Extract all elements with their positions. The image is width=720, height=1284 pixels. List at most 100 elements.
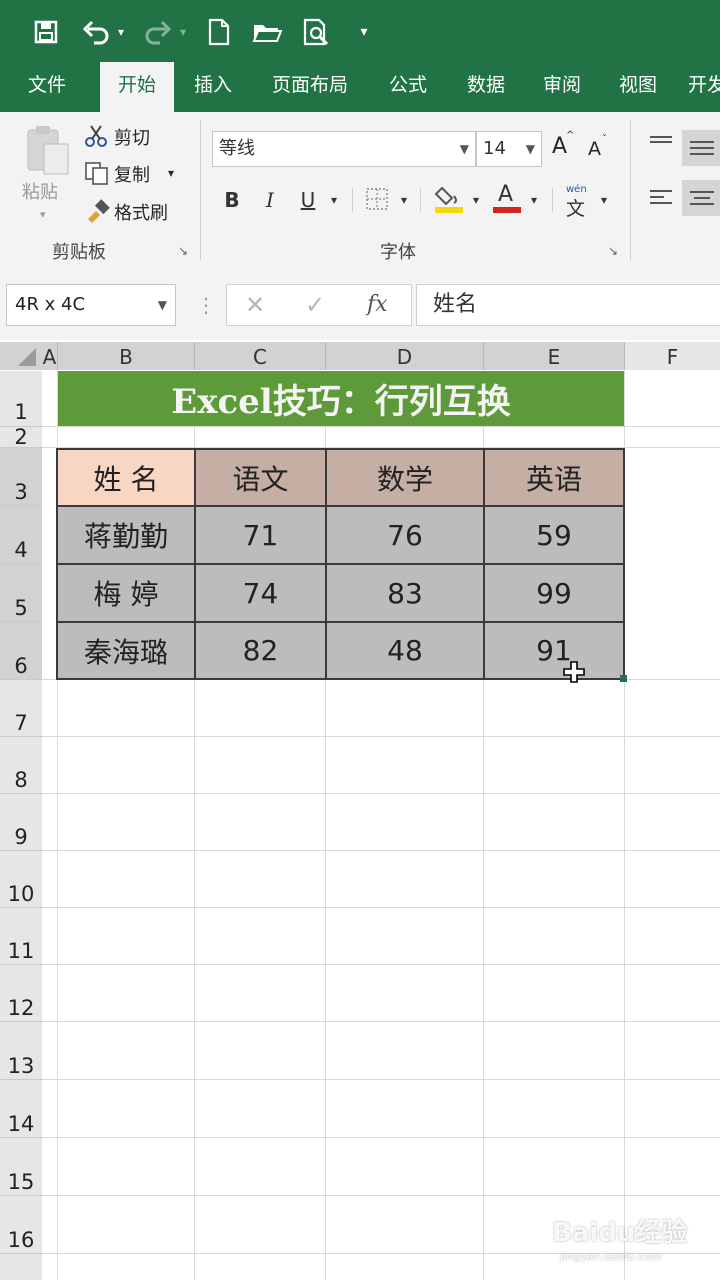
fill-color-dropdown-icon[interactable]: ▾	[468, 180, 484, 220]
align-top-icon[interactable]	[648, 134, 674, 154]
undo-dropdown-icon[interactable]: ▾	[114, 14, 128, 50]
tab-insert[interactable]: 插入	[184, 62, 242, 112]
table-cell[interactable]: 82	[196, 623, 327, 678]
row-header-11[interactable]: 11	[0, 908, 42, 965]
grow-font-button[interactable]: A	[552, 134, 567, 159]
enter-icon[interactable]: ✓	[305, 285, 325, 325]
formula-bar-grip-icon[interactable]: ⋮	[196, 290, 216, 320]
name-box[interactable]: 4R x 4C ▼	[6, 284, 176, 326]
clipboard-launcher-icon[interactable]: ↘	[178, 244, 188, 258]
bold-button[interactable]: B	[220, 180, 244, 220]
chevron-down-icon: ▼	[157, 298, 167, 312]
table-cell[interactable]: 91	[485, 623, 623, 678]
formula-input[interactable]: 姓名	[416, 284, 720, 326]
align-left-icon[interactable]	[648, 188, 674, 208]
italic-button[interactable]: I	[258, 180, 282, 220]
border-dropdown-icon[interactable]: ▾	[396, 180, 412, 220]
undo-icon[interactable]	[80, 14, 114, 50]
border-icon[interactable]	[364, 186, 390, 212]
column-header-f[interactable]: F	[625, 342, 720, 370]
name-box-value: 4R x 4C	[15, 294, 86, 315]
paste-icon[interactable]	[24, 124, 72, 178]
tab-formulas[interactable]: 公式	[378, 62, 438, 112]
fill-color-icon[interactable]	[434, 182, 464, 214]
table-header-cell[interactable]: 数学	[327, 450, 485, 507]
row-header-6[interactable]: 6	[0, 622, 42, 680]
tab-view[interactable]: 视图	[608, 62, 668, 112]
table-cell[interactable]: 71	[196, 507, 327, 565]
copy-dropdown-icon[interactable]: ▾	[168, 166, 174, 180]
row-header-7[interactable]: 7	[0, 680, 42, 737]
save-icon[interactable]	[30, 14, 62, 50]
font-name-combo[interactable]: 等线 ▼	[212, 131, 476, 167]
column-header-a[interactable]: A	[42, 342, 58, 370]
column-header-e[interactable]: E	[484, 342, 625, 370]
redo-icon[interactable]	[140, 14, 174, 50]
table-cell[interactable]: 59	[485, 507, 623, 565]
print-preview-icon[interactable]	[300, 14, 334, 50]
paste-dropdown-icon[interactable]: ▾	[40, 208, 46, 221]
row-header-12[interactable]: 12	[0, 965, 42, 1022]
ribbon-tabs: 文件 开始 插入 页面布局 公式 数据 审阅 视图 开发	[0, 62, 720, 112]
scissors-icon	[84, 124, 108, 148]
underline-button[interactable]: U	[296, 180, 320, 220]
select-all-corner[interactable]	[0, 342, 42, 370]
table-cell[interactable]: 76	[327, 507, 485, 565]
tab-page-layout[interactable]: 页面布局	[262, 62, 358, 112]
row-header-16[interactable]: 16	[0, 1196, 42, 1254]
tab-file[interactable]: 文件	[18, 62, 76, 112]
font-color-dropdown-icon[interactable]: ▾	[526, 180, 542, 220]
redo-dropdown-icon[interactable]: ▾	[176, 14, 190, 50]
font-size-combo[interactable]: 14 ▼	[476, 131, 542, 167]
column-header-d[interactable]: D	[326, 342, 484, 370]
table-cell-name[interactable]: 秦海璐	[58, 623, 196, 678]
row-header-5[interactable]: 5	[0, 564, 42, 622]
customize-qat-icon[interactable]: ▾	[354, 14, 374, 50]
row-header-13[interactable]: 13	[0, 1022, 42, 1080]
phonetic-guide-icon[interactable]: wén 文	[564, 184, 592, 220]
format-painter-button[interactable]: 格式刷	[114, 199, 168, 225]
row-header-3[interactable]: 3	[0, 448, 42, 506]
table-cell[interactable]: 48	[327, 623, 485, 678]
table-cell[interactable]: 99	[485, 565, 623, 623]
insert-function-button[interactable]: fx	[367, 285, 388, 325]
align-center-icon[interactable]	[682, 180, 720, 216]
font-color-icon[interactable]: A	[492, 182, 522, 214]
row-header-17[interactable]	[0, 1254, 42, 1280]
tab-home[interactable]: 开始	[100, 62, 174, 112]
open-folder-icon[interactable]	[250, 14, 284, 50]
copy-button[interactable]: 复制	[114, 161, 150, 187]
column-header-c[interactable]: C	[195, 342, 326, 370]
shrink-font-button[interactable]: A	[588, 138, 601, 160]
underline-dropdown-icon[interactable]: ▾	[326, 180, 342, 220]
cut-button[interactable]: 剪切	[114, 124, 150, 150]
table-header-cell[interactable]: 英语	[485, 450, 623, 507]
row-header-10[interactable]: 10	[0, 851, 42, 908]
table-cell[interactable]: 83	[327, 565, 485, 623]
font-launcher-icon[interactable]: ↘	[608, 244, 618, 258]
row-header-14[interactable]: 14	[0, 1080, 42, 1138]
table-header-cell[interactable]: 语文	[196, 450, 327, 507]
row-header-9[interactable]: 9	[0, 794, 42, 851]
column-header-b[interactable]: B	[58, 342, 195, 370]
paste-button[interactable]: 粘贴	[22, 178, 58, 204]
cancel-icon[interactable]: ✕	[245, 285, 265, 325]
new-file-icon[interactable]	[204, 14, 234, 50]
copy-icon	[84, 161, 110, 185]
row-header-15[interactable]: 15	[0, 1138, 42, 1196]
sheet-title-cell[interactable]: Excel技巧：行列互换	[58, 371, 624, 426]
tab-developer[interactable]: 开发	[688, 62, 720, 112]
table-header-cell[interactable]: 姓 名	[58, 450, 196, 507]
tab-review[interactable]: 审阅	[532, 62, 592, 112]
fill-handle[interactable]	[620, 675, 627, 682]
tab-data[interactable]: 数据	[456, 62, 516, 112]
row-header-2[interactable]: 2	[0, 427, 42, 448]
table-cell[interactable]: 74	[196, 565, 327, 623]
table-cell-name[interactable]: 梅 婷	[58, 565, 196, 623]
align-middle-icon[interactable]	[682, 130, 720, 166]
table-cell-name[interactable]: 蒋勤勤	[58, 507, 196, 565]
row-header-8[interactable]: 8	[0, 737, 42, 794]
phonetic-dropdown-icon[interactable]: ▾	[596, 180, 612, 220]
row-header-1[interactable]: 1	[0, 371, 42, 427]
row-header-4[interactable]: 4	[0, 506, 42, 564]
